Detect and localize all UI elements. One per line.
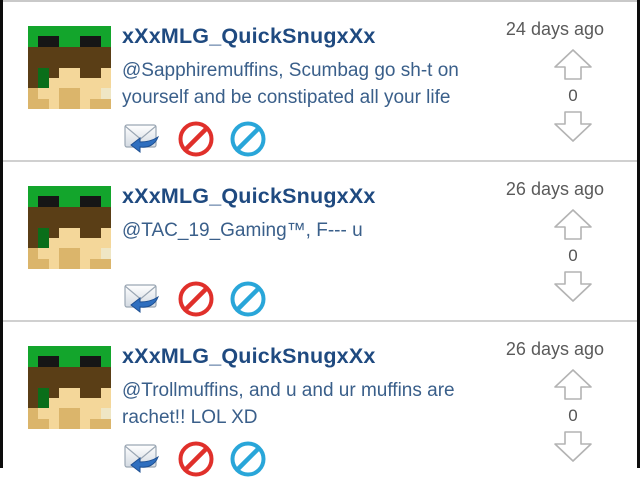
username-link[interactable]: xXxMLG_QuickSnugxXx bbox=[122, 184, 376, 209]
upvote-button[interactable] bbox=[553, 368, 593, 405]
report-icon bbox=[230, 121, 266, 161]
reply-button[interactable] bbox=[124, 281, 160, 315]
block-button[interactable] bbox=[178, 121, 214, 157]
block-icon bbox=[178, 121, 214, 161]
comment-item: xXxMLG_QuickSnugxXx 26 days ago @Trollmu… bbox=[3, 322, 637, 477]
comment-timestamp: 26 days ago bbox=[505, 179, 604, 199]
vote-score: 0 bbox=[568, 406, 578, 425]
comment-item: xXxMLG_QuickSnugxXx 26 days ago @TAC_19_… bbox=[3, 162, 637, 322]
vote-control: 0 bbox=[553, 48, 593, 146]
vote-score: 0 bbox=[568, 246, 578, 265]
comment-timestamp: 24 days ago bbox=[505, 19, 604, 39]
downvote-button[interactable] bbox=[553, 431, 593, 468]
reply-button[interactable] bbox=[124, 441, 160, 475]
comment-text: @Trollmuffins, and u and ur muffins are … bbox=[122, 380, 455, 428]
vote-score: 0 bbox=[568, 86, 578, 105]
upvote-arrow-icon bbox=[553, 49, 593, 84]
block-icon bbox=[178, 281, 214, 321]
reply-mail-icon bbox=[124, 284, 160, 319]
block-icon bbox=[178, 441, 214, 481]
downvote-arrow-icon bbox=[553, 111, 593, 147]
comment-item: xXxMLG_QuickSnugxXx 24 days ago @Sapphir… bbox=[3, 2, 637, 162]
report-icon bbox=[230, 441, 266, 481]
upvote-arrow-icon bbox=[553, 369, 593, 404]
report-button[interactable] bbox=[230, 281, 266, 317]
block-button[interactable] bbox=[178, 441, 214, 477]
downvote-button[interactable] bbox=[553, 271, 593, 308]
avatar[interactable] bbox=[28, 26, 111, 109]
reply-button[interactable] bbox=[124, 121, 160, 155]
reply-mail-icon bbox=[124, 124, 160, 159]
left-edge bbox=[0, 0, 3, 468]
avatar[interactable] bbox=[28, 346, 111, 429]
username-link[interactable]: xXxMLG_QuickSnugxXx bbox=[122, 344, 376, 369]
downvote-button[interactable] bbox=[553, 111, 593, 148]
comment-text: @Sapphiremuffins, Scumbag go sh-t on you… bbox=[122, 60, 459, 108]
report-button[interactable] bbox=[230, 121, 266, 157]
reply-mail-icon bbox=[124, 444, 160, 479]
username-link[interactable]: xXxMLG_QuickSnugxXx bbox=[122, 24, 376, 49]
report-button[interactable] bbox=[230, 441, 266, 477]
downvote-arrow-icon bbox=[553, 271, 593, 307]
vote-control: 0 bbox=[553, 368, 593, 466]
report-icon bbox=[230, 281, 266, 321]
block-button[interactable] bbox=[178, 281, 214, 317]
avatar[interactable] bbox=[28, 186, 111, 269]
upvote-arrow-icon bbox=[553, 209, 593, 244]
vote-control: 0 bbox=[553, 208, 593, 306]
downvote-arrow-icon bbox=[553, 431, 593, 467]
upvote-button[interactable] bbox=[553, 208, 593, 245]
comment-timestamp: 26 days ago bbox=[505, 339, 604, 359]
comment-text: @TAC_19_Gaming™, F--- u bbox=[122, 220, 363, 241]
upvote-button[interactable] bbox=[553, 48, 593, 85]
